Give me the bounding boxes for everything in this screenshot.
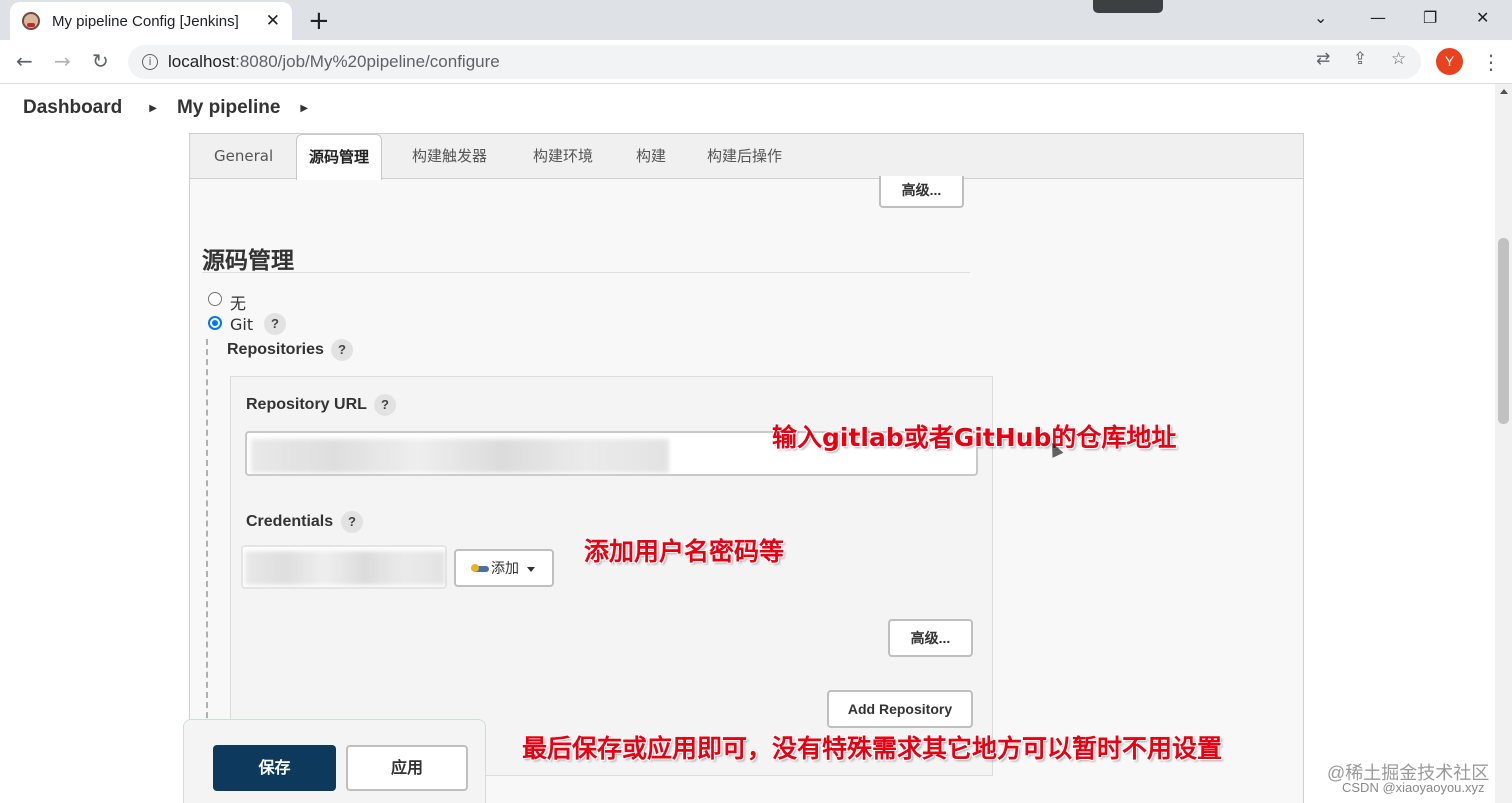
watermark-author: CSDN @xiaoyaoyou.xyz	[1342, 780, 1485, 795]
chevron-down-icon	[527, 566, 535, 572]
browser-toolbar: ← → ↻ i localhost:8080/job/My%20pipeline…	[0, 40, 1512, 84]
key-icon	[471, 564, 489, 573]
repositories-help-icon[interactable]: ?	[331, 339, 353, 361]
breadcrumb-dashboard[interactable]: Dashboard	[23, 97, 122, 119]
browser-tab-active[interactable]: My pipeline Config [Jenkins] ✕	[10, 2, 292, 40]
new-tab-icon[interactable]: +	[308, 6, 330, 36]
redacted-url-value	[251, 439, 669, 473]
repositories-label: Repositories	[227, 341, 324, 358]
browser-tab-strip: My pipeline Config [Jenkins] ✕ + ⌄ — ❐ ✕	[0, 0, 1512, 40]
jenkins-favicon-icon	[22, 12, 40, 30]
section-title: 源码管理	[202, 248, 294, 274]
breadcrumb-caret-icon[interactable]: ▶	[149, 103, 157, 114]
profile-avatar[interactable]: Y	[1436, 48, 1463, 75]
credentials-help-icon[interactable]: ?	[341, 511, 363, 533]
repository-url-label: Repository URL	[246, 396, 367, 413]
reload-icon[interactable]: ↻	[92, 49, 109, 73]
add-credentials-label: 添加	[491, 560, 519, 576]
tab-post-build-actions[interactable]: 构建后操作	[707, 134, 782, 179]
tab-build-triggers[interactable]: 构建触发器	[412, 134, 487, 179]
breadcrumb-caret-icon[interactable]: ▶	[300, 103, 308, 114]
browser-menu-icon[interactable]: ⋮	[1481, 50, 1501, 74]
window-drag-handle[interactable]	[1093, 0, 1163, 13]
credentials-label: Credentials	[246, 513, 334, 530]
minimize-icon[interactable]: —	[1370, 8, 1386, 27]
scrollbar-thumb[interactable]	[1498, 238, 1509, 424]
section-divider	[202, 272, 970, 273]
scm-git-label: Git	[230, 315, 254, 334]
config-panel: General 源码管理 构建触发器 构建环境 构建 构建后操作 高级... 源…	[189, 133, 1304, 803]
tab-search-icon[interactable]: ⌄	[1314, 8, 1327, 27]
tab-general[interactable]: General	[214, 134, 273, 179]
page-scrollbar[interactable]	[1495, 84, 1512, 803]
breadcrumb: Dashboard ▶ My pipeline ▶	[0, 84, 1495, 132]
config-tab-bar: General 源码管理 构建触发器 构建环境 构建 构建后操作	[190, 134, 1303, 180]
url-text: localhost:8080/job/My%20pipeline/configu…	[168, 52, 500, 71]
bookmark-star-icon[interactable]: ☆	[1391, 49, 1406, 69]
git-help-icon[interactable]: ?	[264, 313, 286, 335]
add-repository-button[interactable]: Add Repository	[827, 690, 973, 728]
scm-none-radio[interactable]	[208, 292, 222, 306]
credentials-select[interactable]	[241, 545, 447, 589]
scm-none-label: 无	[230, 294, 247, 313]
tab-build[interactable]: 构建	[636, 134, 666, 179]
page-viewport: Dashboard ▶ My pipeline ▶ General 源码管理 构…	[0, 84, 1495, 803]
address-bar[interactable]: i localhost:8080/job/My%20pipeline/confi…	[128, 45, 1421, 79]
tab-close-icon[interactable]: ✕	[266, 11, 280, 31]
add-credentials-button[interactable]: 添加	[454, 549, 554, 587]
save-button[interactable]: 保存	[213, 745, 336, 791]
tab-title: My pipeline Config [Jenkins]	[52, 12, 239, 30]
annotation-repo-url: 输入gitlab或者GitHub的仓库地址	[772, 423, 1177, 452]
scroll-up-arrow-icon[interactable]	[1500, 89, 1508, 94]
tab-build-environment[interactable]: 构建环境	[533, 134, 593, 179]
breadcrumb-my-pipeline[interactable]: My pipeline	[177, 97, 280, 119]
scm-git-radio[interactable]	[208, 316, 222, 330]
back-arrow-icon[interactable]: ←	[16, 49, 33, 73]
forward-arrow-icon[interactable]: →	[54, 49, 71, 73]
apply-button[interactable]: 应用	[346, 745, 468, 791]
annotation-credentials: 添加用户名密码等	[584, 537, 785, 566]
tab-source-code-management[interactable]: 源码管理	[296, 134, 383, 180]
advanced-button-repo[interactable]: 高级...	[888, 619, 973, 657]
repository-url-help-icon[interactable]: ?	[374, 394, 396, 416]
bottom-action-bar: 保存 应用	[183, 719, 486, 803]
restore-icon[interactable]: ❐	[1423, 8, 1437, 27]
window-close-icon[interactable]: ✕	[1476, 8, 1489, 27]
annotation-final: 最后保存或应用即可，没有特殊需求其它地方可以暂时不用设置	[522, 734, 1223, 763]
translate-icon[interactable]: ⇄	[1316, 49, 1330, 69]
redacted-credentials-value	[245, 551, 445, 585]
site-info-icon[interactable]: i	[142, 54, 158, 70]
advanced-button-top[interactable]: 高级...	[879, 176, 964, 208]
share-icon[interactable]: ⇪	[1353, 49, 1367, 69]
